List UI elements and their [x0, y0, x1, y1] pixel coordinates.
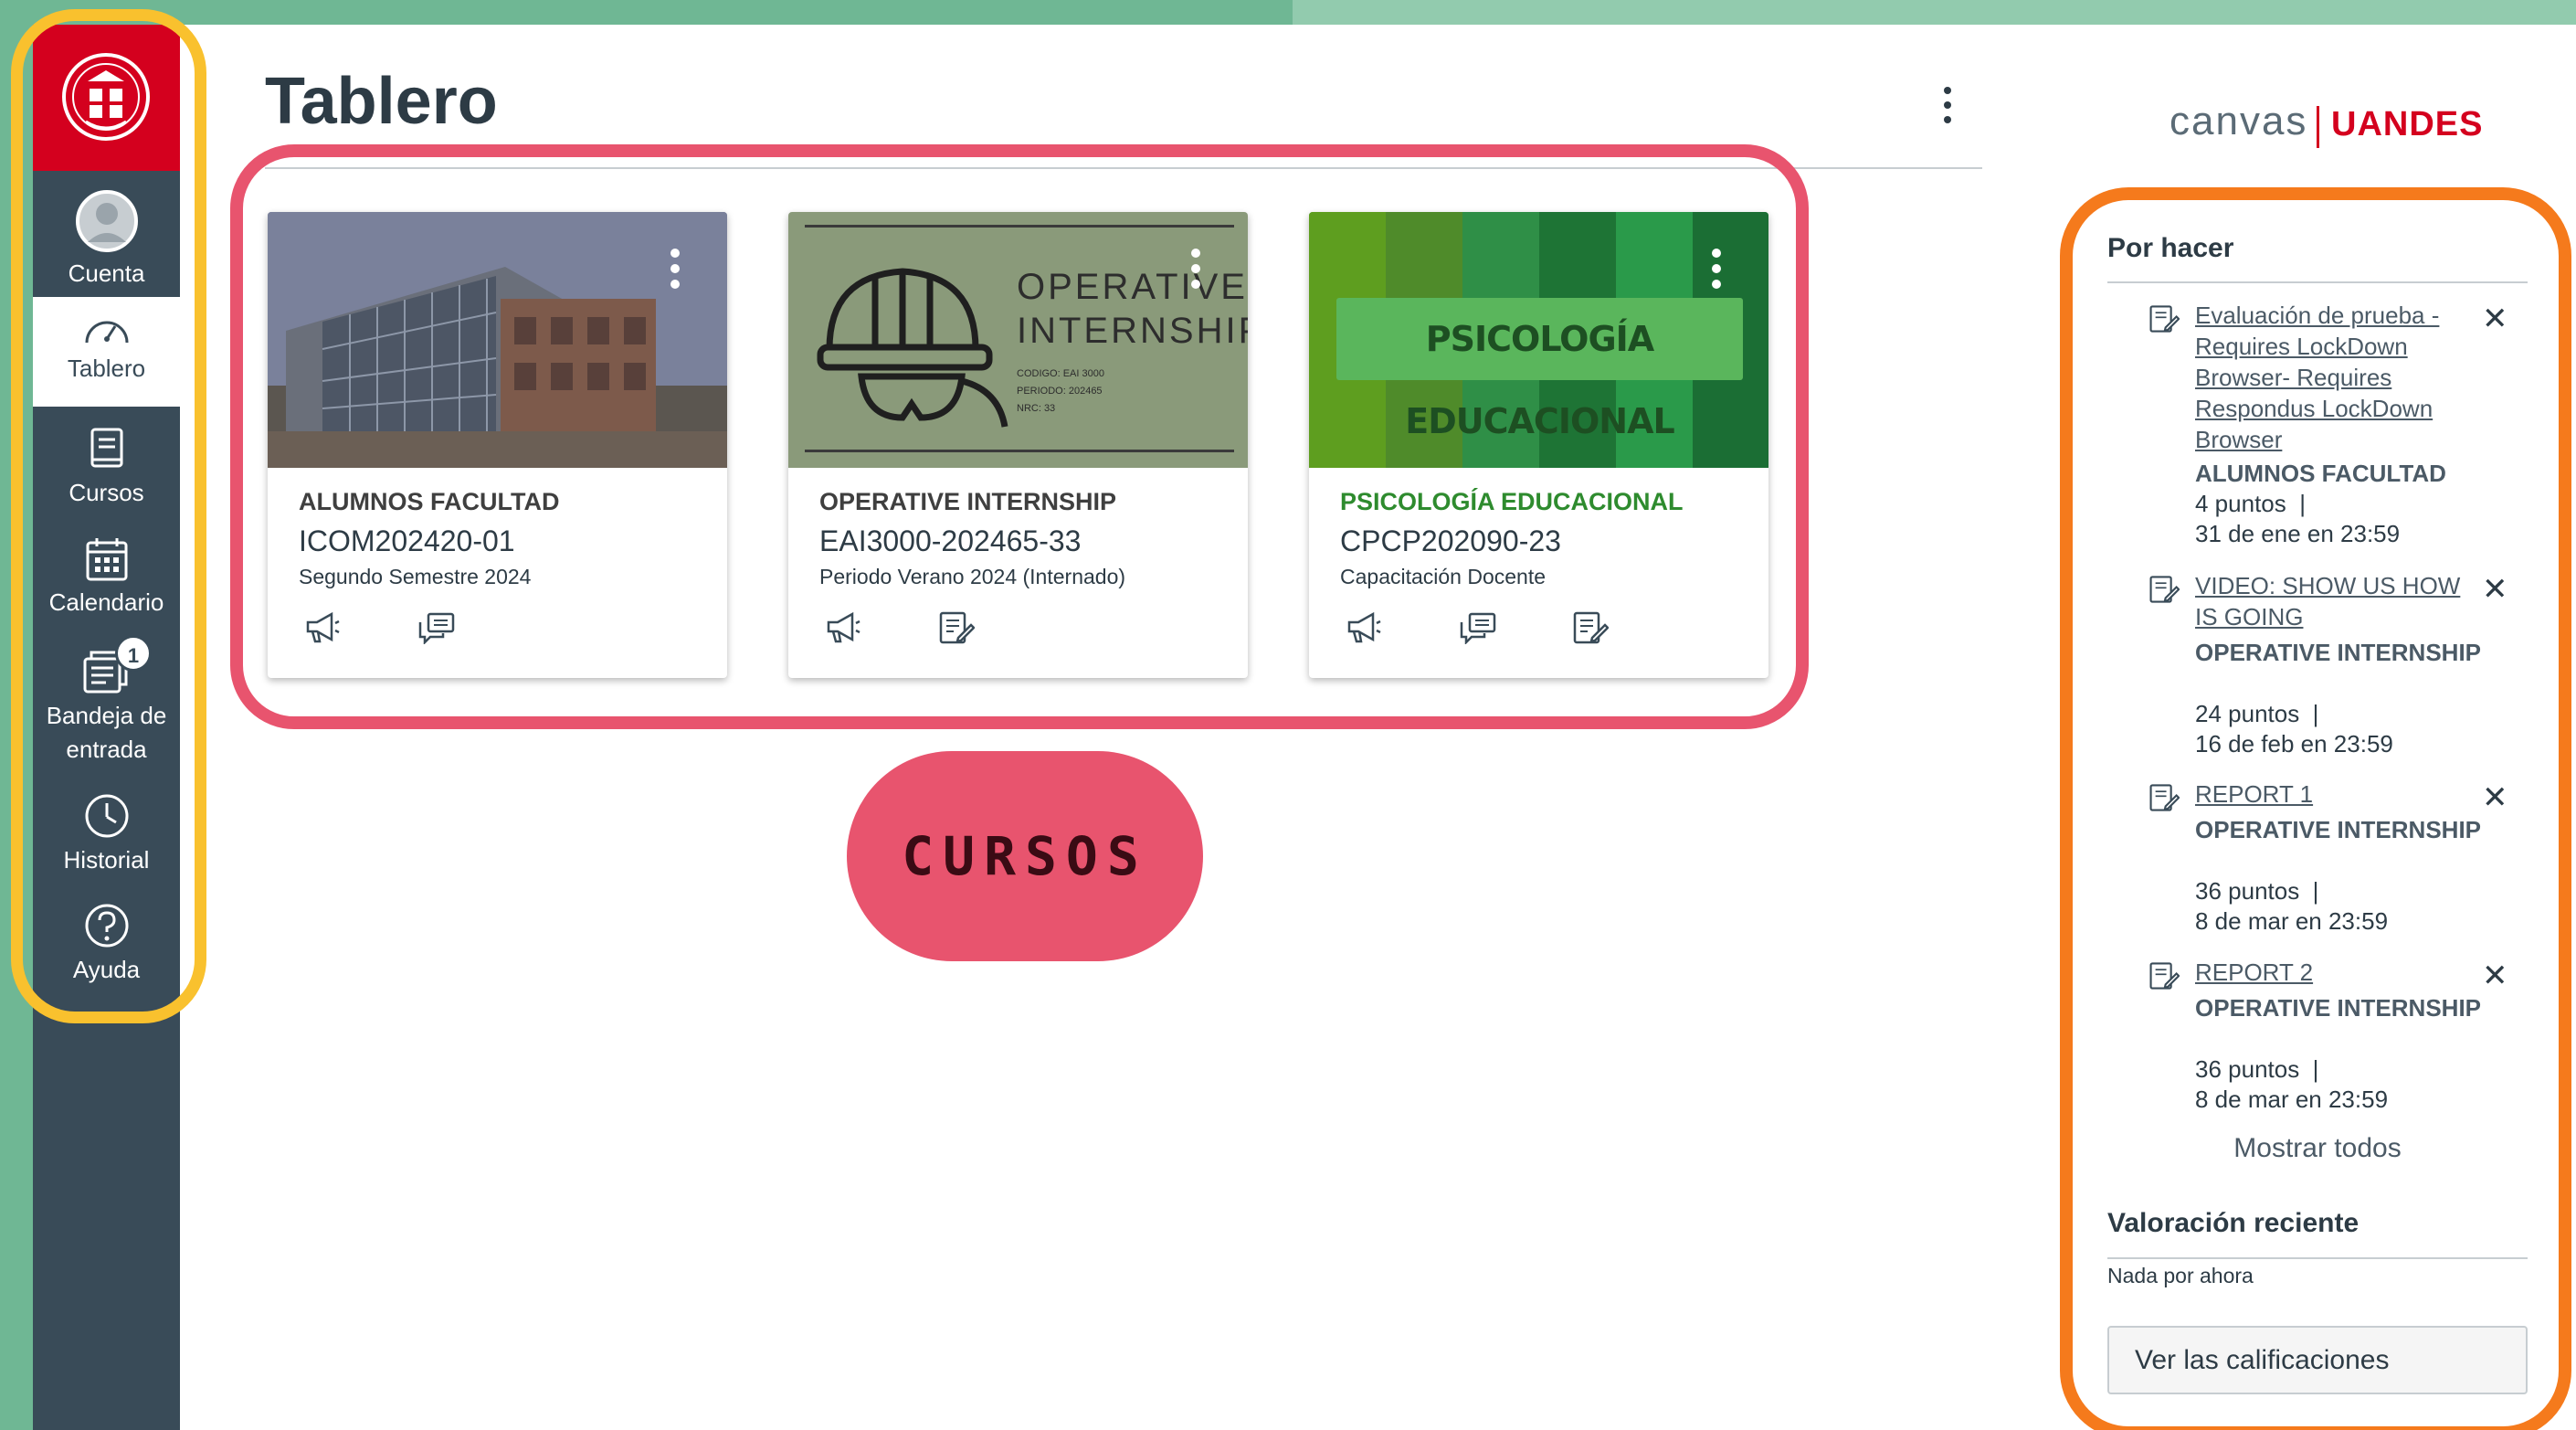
course-card-options[interactable]: [670, 249, 681, 295]
course-name[interactable]: PSICOLOGÍA EDUCACIONAL: [1340, 488, 1684, 516]
course-term: Periodo Verano 2024 (Internado): [819, 565, 1126, 588]
recent-feedback-divider: [2107, 1257, 2528, 1259]
todo-item-link[interactable]: REPORT 2: [2195, 957, 2469, 988]
course-name[interactable]: OPERATIVE INTERNSHIP: [819, 488, 1116, 516]
announcements-button[interactable]: [304, 605, 417, 651]
recent-feedback-empty: Nada por ahora: [2107, 1264, 2254, 1287]
hero-top-rule: [805, 225, 1234, 228]
announcements-button[interactable]: [825, 605, 938, 651]
discussions-button[interactable]: [1459, 605, 1572, 651]
course-name[interactable]: ALUMNOS FACULTAD: [299, 488, 559, 516]
assignments-button[interactable]: [1572, 605, 1685, 651]
dismiss-todo-button[interactable]: ✕: [2482, 574, 2508, 605]
todo-item-course: OPERATIVE INTERNSHIP: [2195, 816, 2482, 843]
course-card-actions: [825, 605, 1051, 651]
megaphone-icon: [1347, 611, 1381, 643]
todo-item-meta: 4 puntos | 31 de ene en 23:59: [2195, 490, 2401, 547]
assignment-edit-icon: [2149, 962, 2180, 990]
brand-uandes: UANDES: [2331, 105, 2484, 143]
course-code: CPCP202090-23: [1340, 524, 1561, 557]
kebab-dot-icon: [670, 280, 680, 289]
nav-highlight-outline: [11, 9, 206, 1023]
todo-item-link[interactable]: VIDEO: SHOW US HOW IS GOING: [2195, 570, 2469, 632]
kebab-dot-icon: [670, 264, 680, 273]
discussions-button[interactable]: [417, 605, 531, 651]
megaphone-icon: [306, 611, 340, 643]
assignments-button[interactable]: [938, 605, 1051, 651]
recent-feedback-heading: Valoración reciente: [2107, 1208, 2360, 1238]
cursos-callout: CURSOS: [847, 751, 1203, 961]
todo-item-course: ALUMNOS FACULTAD: [2195, 460, 2446, 487]
kebab-dot-icon: [1944, 87, 1951, 94]
top-green-band-left: [0, 0, 1293, 25]
kebab-dot-icon: [1712, 280, 1721, 289]
kebab-dot-icon: [1191, 264, 1200, 273]
todo-heading: Por hacer: [2107, 233, 2234, 263]
top-green-band-right: [1293, 0, 2576, 25]
hero-course-title: PSICOLOGÍA EDUCACIONAL: [1405, 319, 1674, 441]
assignment-edit-icon: [2149, 576, 2180, 603]
todo-item-meta: 24 puntos | 16 de feb en 23:59: [2195, 700, 2393, 757]
kebab-dot-icon: [1191, 280, 1200, 289]
todo-divider: [2107, 281, 2528, 283]
hero-course-title: OPERATIVE INTERNSHIP: [1017, 267, 1248, 351]
discussion-bubbles-icon: [418, 612, 455, 644]
hero-course-details: CODIGO: EAI 3000 PERIODO: 202465 NRC: 33: [1017, 368, 1104, 414]
todo-item-meta: 36 puntos | 8 de mar en 23:59: [2195, 877, 2389, 935]
dashboard-options-menu[interactable]: [1937, 87, 1958, 132]
assignment-edit-icon: [2149, 784, 2180, 811]
course-card-options[interactable]: [1191, 249, 1202, 295]
assignment-edit-icon: [2149, 305, 2180, 333]
brand-canvas: canvas: [2170, 99, 2308, 143]
dismiss-todo-button[interactable]: ✕: [2482, 303, 2508, 334]
assignment-edit-icon: [1573, 611, 1609, 644]
course-card-image[interactable]: OPERATIVE INTERNSHIP CODIGO: EAI 3000 PE…: [788, 212, 1248, 468]
building-photo-illustration: [268, 212, 727, 468]
todo-item-link[interactable]: Evaluación de prueba - Requires LockDown…: [2195, 300, 2469, 455]
hero-bottom-rule: [805, 450, 1234, 452]
course-card-psicologia-educacional[interactable]: PSICOLOGÍA EDUCACIONAL PSICOLOGÍA EDUCAC…: [1309, 212, 1768, 678]
course-card-image[interactable]: PSICOLOGÍA EDUCACIONAL: [1309, 212, 1768, 468]
kebab-dot-icon: [1944, 116, 1951, 123]
dismiss-todo-button[interactable]: ✕: [2482, 960, 2508, 991]
discussion-bubbles-icon: [1460, 612, 1496, 644]
show-all-todo-link[interactable]: Mostrar todos: [2107, 1133, 2528, 1164]
megaphone-icon: [827, 611, 860, 643]
hard-hat-goggles-icon: [817, 268, 1008, 428]
todo-item-course: OPERATIVE INTERNSHIP: [2195, 994, 2482, 1022]
course-card-actions: [1346, 605, 1685, 651]
kebab-dot-icon: [670, 249, 680, 258]
kebab-dot-icon: [1944, 101, 1951, 109]
course-card-operative-internship[interactable]: OPERATIVE INTERNSHIP CODIGO: EAI 3000 PE…: [788, 212, 1248, 678]
kebab-dot-icon: [1712, 264, 1721, 273]
brand-separator: [2317, 106, 2319, 148]
course-card-options[interactable]: [1712, 249, 1723, 295]
todo-item-link[interactable]: REPORT 1: [2195, 779, 2469, 810]
todo-item-course: OPERATIVE INTERNSHIP: [2195, 639, 2482, 666]
course-card-image[interactable]: [268, 212, 727, 468]
view-grades-button[interactable]: Ver las calificaciones: [2107, 1326, 2528, 1394]
assignment-edit-icon: [939, 611, 975, 644]
todo-item-meta: 36 puntos | 8 de mar en 23:59: [2195, 1055, 2389, 1113]
kebab-dot-icon: [1191, 249, 1200, 258]
course-code: ICOM202420-01: [299, 524, 515, 557]
course-code: EAI3000-202465-33: [819, 524, 1082, 557]
kebab-dot-icon: [1712, 249, 1721, 258]
course-term: Capacitación Docente: [1340, 565, 1547, 588]
dismiss-todo-button[interactable]: ✕: [2482, 782, 2508, 813]
page-title: Tablero: [265, 65, 498, 138]
course-card-alumnos-facultad[interactable]: ALUMNOS FACULTAD ICOM202420-01 Segundo S…: [268, 212, 727, 678]
course-card-actions: [304, 605, 531, 651]
announcements-button[interactable]: [1346, 605, 1459, 651]
course-term: Segundo Semestre 2024: [299, 565, 532, 588]
